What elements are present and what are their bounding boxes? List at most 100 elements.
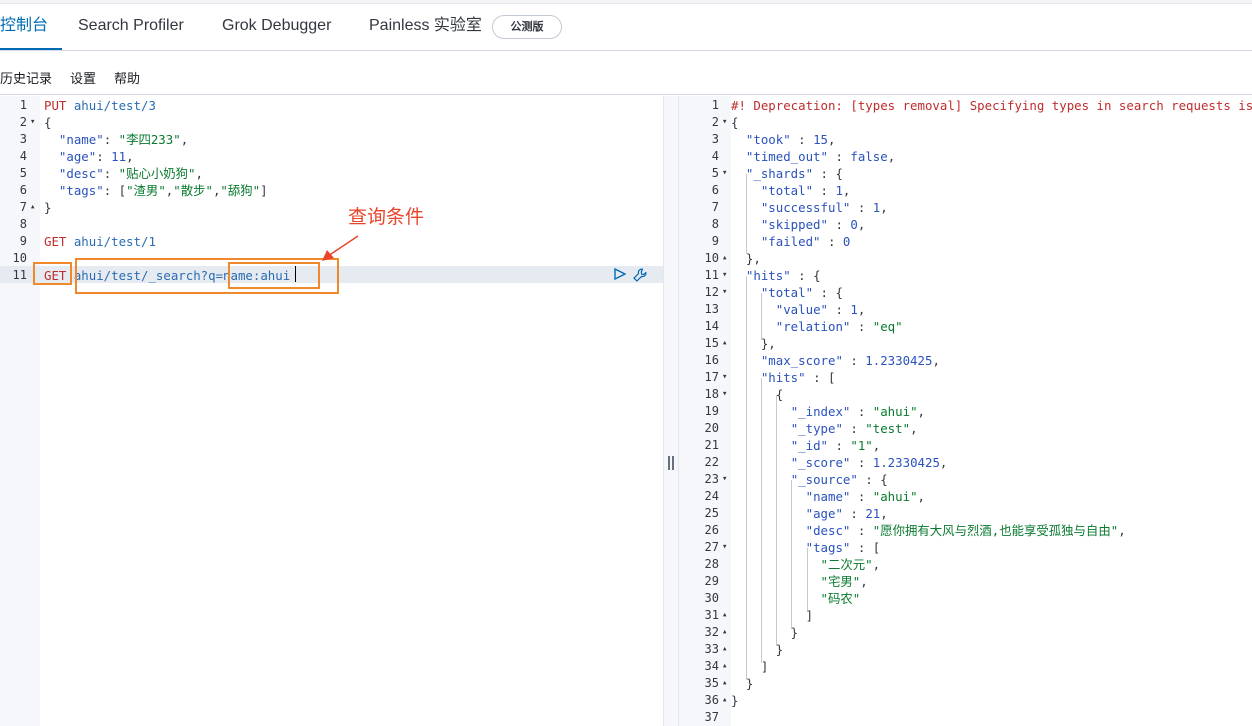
wrench-icon[interactable] bbox=[632, 267, 648, 283]
code-token: "tags" bbox=[58, 183, 104, 198]
fold-open-icon[interactable]: ▾ bbox=[722, 117, 727, 127]
line-number: 31 bbox=[704, 608, 719, 622]
line-number: 18 bbox=[704, 387, 719, 401]
code-token: 1.2330425 bbox=[872, 455, 940, 470]
code-token: : { bbox=[857, 472, 888, 487]
code-line: }, bbox=[731, 250, 761, 267]
pane-divider[interactable] bbox=[663, 96, 679, 726]
code-token: "value" bbox=[775, 302, 828, 317]
code-line: PUT ahui/test/3 bbox=[44, 97, 156, 114]
line-number: 16 bbox=[704, 353, 719, 367]
code-line: ] bbox=[731, 658, 768, 675]
response-output[interactable]: 1 #! Deprecation: [types removal] Specify… bbox=[679, 96, 1252, 726]
fold-open-icon[interactable]: ▾ bbox=[722, 270, 727, 280]
code-token: , bbox=[180, 132, 189, 147]
help-menu-item[interactable]: 帮助 bbox=[114, 68, 140, 87]
code-token: "_index" bbox=[790, 404, 851, 419]
history-menu-item[interactable]: 历史记录 bbox=[0, 68, 52, 87]
fold-close-icon[interactable]: ▴ bbox=[722, 678, 727, 688]
fold-close-icon[interactable]: ▴ bbox=[30, 202, 35, 212]
code-line: } bbox=[731, 641, 783, 658]
line-number: 5 bbox=[19, 166, 27, 180]
resize-handle-icon[interactable] bbox=[668, 456, 674, 470]
fold-close-icon[interactable]: ▴ bbox=[722, 661, 727, 671]
code-token: , bbox=[1118, 523, 1126, 538]
request-editor[interactable]: 1 PUT ahui/test/3 2 ▾ {3 "name": "李四233", 4 "… bbox=[0, 96, 663, 726]
code-token: : bbox=[103, 166, 119, 181]
line-number: 25 bbox=[704, 506, 719, 520]
code-token: "failed" bbox=[760, 234, 821, 249]
line-number: 26 bbox=[704, 523, 719, 537]
tab-console[interactable]: 控制台 bbox=[0, 4, 62, 50]
line-number: 23 bbox=[704, 472, 719, 486]
line-number: 22 bbox=[704, 455, 719, 469]
fold-close-icon[interactable]: ▴ bbox=[722, 695, 727, 705]
code-line: "total" : 1, bbox=[731, 182, 851, 199]
play-icon[interactable] bbox=[614, 268, 626, 280]
fold-open-icon[interactable]: ▾ bbox=[722, 287, 727, 297]
code-token: "散步" bbox=[173, 183, 213, 198]
line-number: 34 bbox=[704, 659, 719, 673]
line-number: 13 bbox=[704, 302, 719, 316]
code-token: "took" bbox=[745, 132, 791, 147]
code-token: { bbox=[731, 115, 739, 130]
code-token: : bbox=[850, 489, 873, 504]
code-line: "failed" : 0 bbox=[731, 233, 851, 250]
line-number: 12 bbox=[704, 285, 719, 299]
code-token: ahui/test/1 bbox=[73, 234, 156, 249]
tab-bar: 控制台 Search Profiler Grok Debugger Painle… bbox=[0, 4, 1252, 51]
fold-open-icon[interactable]: ▾ bbox=[722, 389, 727, 399]
line-number: 30 bbox=[704, 591, 719, 605]
code-line: "_id" : "1", bbox=[731, 437, 881, 454]
code-line: } bbox=[731, 692, 738, 709]
code-token: , bbox=[195, 166, 203, 181]
code-token: 0 bbox=[842, 234, 851, 249]
fold-close-icon[interactable]: ▴ bbox=[722, 627, 727, 637]
settings-menu-item[interactable]: 设置 bbox=[70, 68, 96, 87]
code-token: : bbox=[827, 217, 851, 232]
code-token: , bbox=[917, 404, 925, 419]
annotation-arrow-icon bbox=[322, 235, 359, 261]
fold-open-icon[interactable]: ▾ bbox=[30, 117, 35, 127]
fold-close-icon[interactable]: ▴ bbox=[722, 338, 727, 348]
line-number: 20 bbox=[704, 421, 719, 435]
code-token: "max_score" bbox=[760, 353, 843, 368]
beta-badge: 公测版 bbox=[492, 15, 562, 39]
fold-open-icon[interactable]: ▾ bbox=[722, 542, 727, 552]
tab-grok-debugger[interactable]: Grok Debugger bbox=[222, 4, 331, 50]
fold-open-icon[interactable]: ▾ bbox=[722, 474, 727, 484]
fold-close-icon[interactable]: ▴ bbox=[722, 253, 727, 263]
code-line: } bbox=[44, 199, 51, 216]
code-token: } bbox=[731, 676, 754, 691]
code-line: "宅男", bbox=[731, 573, 868, 590]
code-token: "码农" bbox=[820, 591, 861, 606]
code-token: } bbox=[731, 642, 784, 657]
line-number: 7 bbox=[19, 200, 27, 214]
fold-open-icon[interactable]: ▾ bbox=[722, 372, 727, 382]
code-token: } bbox=[731, 625, 799, 640]
code-token: 1.2330425 bbox=[865, 353, 933, 368]
code-token: "name" bbox=[805, 489, 851, 504]
code-token: , bbox=[857, 217, 866, 232]
line-number: 9 bbox=[711, 234, 719, 248]
text-cursor bbox=[295, 266, 296, 282]
fold-close-icon[interactable]: ▴ bbox=[722, 644, 727, 654]
line-number: 36 bbox=[704, 693, 719, 707]
tab-search-profiler[interactable]: Search Profiler bbox=[78, 4, 184, 50]
code-token: 15 bbox=[813, 132, 828, 147]
code-token: }, bbox=[731, 251, 761, 266]
fold-close-icon[interactable]: ▴ bbox=[722, 610, 727, 620]
code-token: : bbox=[842, 353, 866, 368]
tab-painless-lab[interactable]: Painless 实验室 bbox=[369, 4, 482, 50]
fold-open-icon[interactable]: ▾ bbox=[722, 168, 727, 178]
code-token: "relation" bbox=[775, 319, 851, 334]
code-token: } bbox=[44, 200, 52, 215]
line-number: 2 bbox=[711, 115, 719, 129]
